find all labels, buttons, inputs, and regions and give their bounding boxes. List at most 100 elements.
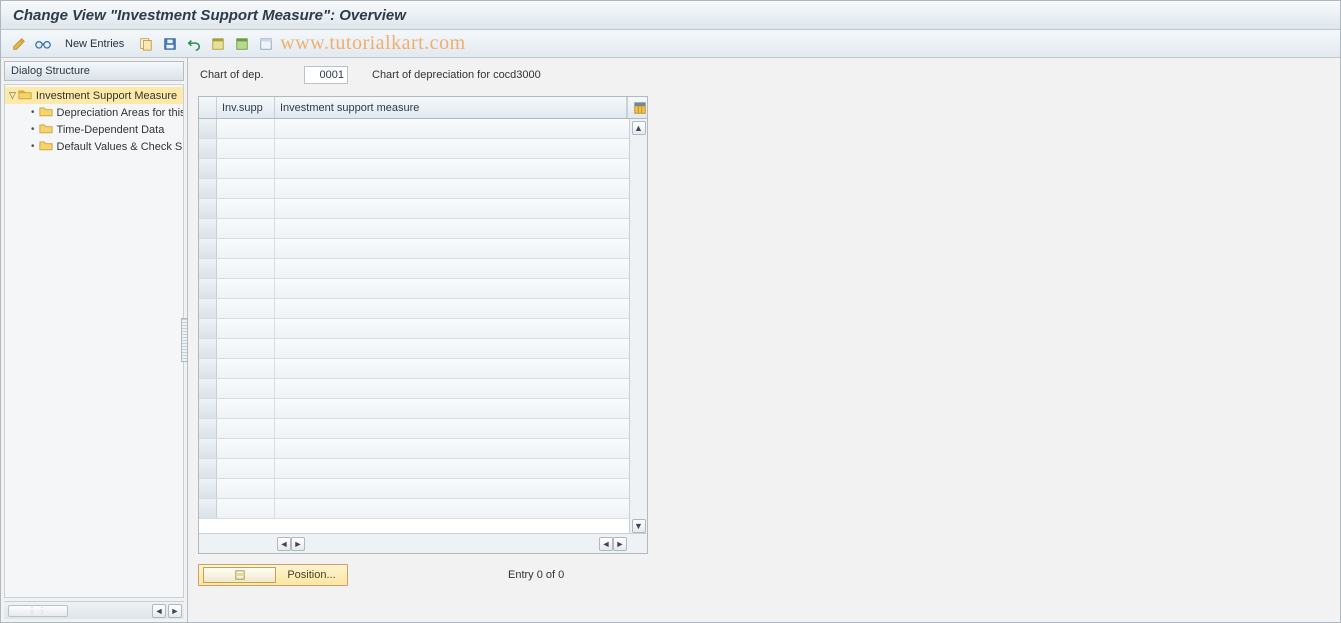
cell-measure[interactable] xyxy=(275,239,629,258)
table-row[interactable] xyxy=(199,279,629,299)
display-button[interactable] xyxy=(33,34,53,54)
row-header[interactable] xyxy=(199,299,217,318)
tree-item-time-dependent[interactable]: • Time-Dependent Data xyxy=(5,121,183,138)
cell-invsupp[interactable] xyxy=(217,299,275,318)
cell-measure[interactable] xyxy=(275,339,629,358)
cell-measure[interactable] xyxy=(275,439,629,458)
table-row[interactable] xyxy=(199,399,629,419)
row-header[interactable] xyxy=(199,179,217,198)
tree-scroll-right[interactable]: ► xyxy=(168,604,182,618)
cell-measure[interactable] xyxy=(275,199,629,218)
cell-measure[interactable] xyxy=(275,399,629,418)
cell-measure[interactable] xyxy=(275,119,629,138)
cell-invsupp[interactable] xyxy=(217,379,275,398)
tree-toggle-icon[interactable]: ▽ xyxy=(9,90,16,101)
scroll-up-button[interactable]: ▲ xyxy=(632,121,646,135)
cell-measure[interactable] xyxy=(275,139,629,158)
cell-measure[interactable] xyxy=(275,419,629,438)
cell-measure[interactable] xyxy=(275,159,629,178)
tree-hscroll-thumb[interactable]: ⋮⋮ xyxy=(8,605,68,617)
cell-measure[interactable] xyxy=(275,299,629,318)
table-row[interactable] xyxy=(199,379,629,399)
hscroll-right2-button[interactable]: ► xyxy=(613,537,627,551)
splitter-handle[interactable] xyxy=(181,318,188,362)
cell-invsupp[interactable] xyxy=(217,499,275,518)
row-header[interactable] xyxy=(199,359,217,378)
cell-invsupp[interactable] xyxy=(217,339,275,358)
row-header[interactable] xyxy=(199,339,217,358)
undo-button[interactable] xyxy=(184,34,204,54)
cell-measure[interactable] xyxy=(275,359,629,378)
cell-measure[interactable] xyxy=(275,259,629,278)
grid-row-header-corner[interactable] xyxy=(199,97,217,118)
hscroll-left-button[interactable]: ◄ xyxy=(277,537,291,551)
row-header[interactable] xyxy=(199,219,217,238)
row-header[interactable] xyxy=(199,459,217,478)
table-row[interactable] xyxy=(199,479,629,499)
cell-invsupp[interactable] xyxy=(217,119,275,138)
cell-invsupp[interactable] xyxy=(217,419,275,438)
new-entries-button[interactable]: New Entries xyxy=(57,34,132,54)
cell-invsupp[interactable] xyxy=(217,359,275,378)
tree-item-depreciation-areas[interactable]: • Depreciation Areas for this Measure xyxy=(5,104,183,121)
row-header[interactable] xyxy=(199,399,217,418)
cell-invsupp[interactable] xyxy=(217,159,275,178)
edit-button[interactable] xyxy=(9,34,29,54)
row-header[interactable] xyxy=(199,139,217,158)
cell-invsupp[interactable] xyxy=(217,479,275,498)
tree-scroll-left[interactable]: ◄ xyxy=(152,604,166,618)
table-row[interactable] xyxy=(199,159,629,179)
table-row[interactable] xyxy=(199,239,629,259)
row-header[interactable] xyxy=(199,479,217,498)
cell-invsupp[interactable] xyxy=(217,219,275,238)
table-row[interactable] xyxy=(199,439,629,459)
cell-invsupp[interactable] xyxy=(217,199,275,218)
cell-measure[interactable] xyxy=(275,219,629,238)
cell-measure[interactable] xyxy=(275,459,629,478)
hscroll-right-button[interactable]: ◄ xyxy=(599,537,613,551)
cell-invsupp[interactable] xyxy=(217,179,275,198)
cell-measure[interactable] xyxy=(275,499,629,518)
row-header[interactable] xyxy=(199,439,217,458)
table-row[interactable] xyxy=(199,119,629,139)
cell-invsupp[interactable] xyxy=(217,439,275,458)
deselect-button[interactable] xyxy=(256,34,276,54)
table-row[interactable] xyxy=(199,299,629,319)
cell-invsupp[interactable] xyxy=(217,459,275,478)
delete-button[interactable] xyxy=(160,34,180,54)
table-row[interactable] xyxy=(199,139,629,159)
cell-invsupp[interactable] xyxy=(217,139,275,158)
cell-measure[interactable] xyxy=(275,479,629,498)
hscroll-left2-button[interactable]: ► xyxy=(291,537,305,551)
table-row[interactable] xyxy=(199,179,629,199)
row-header[interactable] xyxy=(199,379,217,398)
cell-invsupp[interactable] xyxy=(217,279,275,298)
cell-invsupp[interactable] xyxy=(217,399,275,418)
table-row[interactable] xyxy=(199,319,629,339)
table-row[interactable] xyxy=(199,199,629,219)
copy-button[interactable] xyxy=(136,34,156,54)
tree-item-default-values[interactable]: • Default Values & Check Specifications xyxy=(5,138,183,155)
table-row[interactable] xyxy=(199,459,629,479)
row-header[interactable] xyxy=(199,499,217,518)
grid-col-invsupp[interactable]: Inv.supp xyxy=(217,97,275,118)
grid-col-measure[interactable]: Investment support measure xyxy=(275,97,627,118)
scroll-down-button[interactable]: ▼ xyxy=(632,519,646,533)
row-header[interactable] xyxy=(199,259,217,278)
row-header[interactable] xyxy=(199,119,217,138)
cell-invsupp[interactable] xyxy=(217,319,275,338)
table-settings-button[interactable] xyxy=(627,97,647,118)
row-header[interactable] xyxy=(199,419,217,438)
row-header[interactable] xyxy=(199,199,217,218)
table-row[interactable] xyxy=(199,499,629,519)
row-header[interactable] xyxy=(199,159,217,178)
table-row[interactable] xyxy=(199,259,629,279)
cell-measure[interactable] xyxy=(275,179,629,198)
cell-measure[interactable] xyxy=(275,379,629,398)
row-header[interactable] xyxy=(199,319,217,338)
select-block-button[interactable] xyxy=(232,34,252,54)
select-all-button[interactable] xyxy=(208,34,228,54)
row-header[interactable] xyxy=(199,279,217,298)
row-header[interactable] xyxy=(199,239,217,258)
cell-measure[interactable] xyxy=(275,279,629,298)
